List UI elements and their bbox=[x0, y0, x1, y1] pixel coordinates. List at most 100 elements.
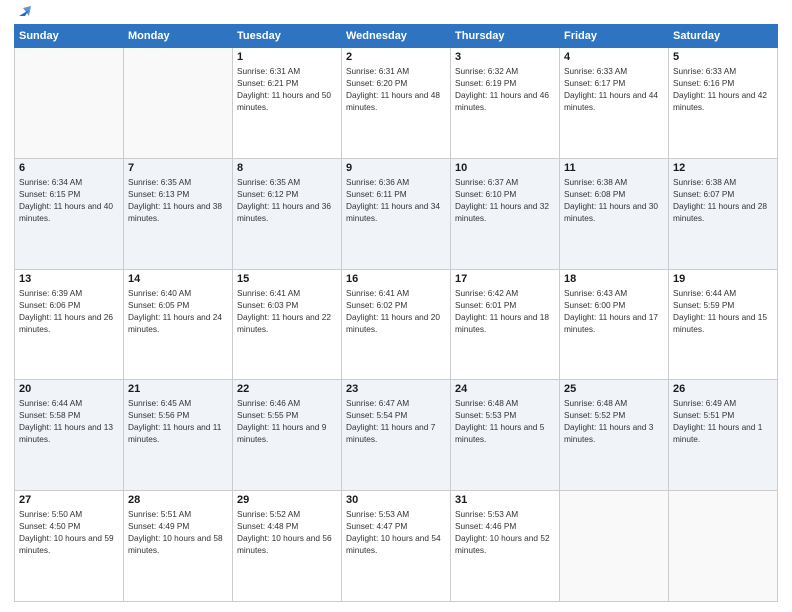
header bbox=[14, 10, 778, 16]
calendar-week-row: 27Sunrise: 5:50 AMSunset: 4:50 PMDayligh… bbox=[15, 491, 778, 602]
calendar-week-row: 6Sunrise: 6:34 AMSunset: 6:15 PMDaylight… bbox=[15, 158, 778, 269]
day-number: 10 bbox=[455, 162, 555, 174]
day-number: 28 bbox=[128, 494, 228, 506]
day-number: 20 bbox=[19, 383, 119, 395]
weekday-header: Wednesday bbox=[342, 25, 451, 48]
day-number: 17 bbox=[455, 273, 555, 285]
calendar-cell: 30Sunrise: 5:53 AMSunset: 4:47 PMDayligh… bbox=[342, 491, 451, 602]
calendar-cell: 12Sunrise: 6:38 AMSunset: 6:07 PMDayligh… bbox=[669, 158, 778, 269]
day-info: Sunrise: 5:51 AMSunset: 4:49 PMDaylight:… bbox=[128, 508, 228, 556]
calendar-cell bbox=[669, 491, 778, 602]
calendar-cell: 3 Sunrise: 6:32 AMSunset: 6:19 PMDaylight… bbox=[451, 48, 560, 159]
calendar-table: SundayMondayTuesdayWednesdayThursdayFrid… bbox=[14, 24, 778, 602]
day-info: Sunrise: 5:53 AMSunset: 4:47 PMDaylight:… bbox=[346, 508, 446, 556]
calendar-cell: 17 Sunrise: 6:42 AMSunset: 6:01 PMDayligh… bbox=[451, 269, 560, 380]
day-info: Sunrise: 6:31 AMSunset: 6:20 PMDaylight:… bbox=[346, 65, 446, 113]
day-number: 11 bbox=[564, 162, 664, 174]
day-number: 25 bbox=[564, 383, 664, 395]
calendar-cell: 29 Sunrise: 5:52 AMSunset: 4:48 PMDayligh… bbox=[233, 491, 342, 602]
day-info: Sunrise: 6:48 AMSunset: 5:52 PMDaylight:… bbox=[564, 397, 664, 445]
day-info: Sunrise: 6:33 AMSunset: 6:16 PMDaylight:… bbox=[673, 65, 773, 113]
day-info: Sunrise: 6:47 AMSunset: 5:54 PMDaylight:… bbox=[346, 397, 446, 445]
calendar-cell: 4Sunrise: 6:33 AMSunset: 6:17 PMDaylight… bbox=[560, 48, 669, 159]
day-number: 5 bbox=[673, 51, 773, 63]
calendar-week-row: 20 Sunrise: 6:44 AMSunset: 5:58 PMDayligh… bbox=[15, 380, 778, 491]
day-info: Sunrise: 5:53 AMSunset: 4:46 PMDaylight:… bbox=[455, 508, 555, 556]
logo-icon bbox=[15, 2, 33, 20]
day-info: Sunrise: 6:33 AMSunset: 6:17 PMDaylight:… bbox=[564, 65, 664, 113]
day-info: Sunrise: 6:42 AMSunset: 6:01 PMDaylight:… bbox=[455, 287, 555, 335]
calendar-cell: 16 Sunrise: 6:41 AMSunset: 6:02 PMDayligh… bbox=[342, 269, 451, 380]
calendar-cell: 25 Sunrise: 6:48 AMSunset: 5:52 PMDayligh… bbox=[560, 380, 669, 491]
day-number: 24 bbox=[455, 383, 555, 395]
calendar-cell: 7 Sunrise: 6:35 AMSunset: 6:13 PMDaylight… bbox=[124, 158, 233, 269]
calendar-cell: 27Sunrise: 5:50 AMSunset: 4:50 PMDayligh… bbox=[15, 491, 124, 602]
calendar-cell: 2 Sunrise: 6:31 AMSunset: 6:20 PMDaylight… bbox=[342, 48, 451, 159]
calendar-cell: 9Sunrise: 6:36 AMSunset: 6:11 PMDaylight… bbox=[342, 158, 451, 269]
calendar-week-row: 13 Sunrise: 6:39 AMSunset: 6:06 PMDayligh… bbox=[15, 269, 778, 380]
day-number: 29 bbox=[237, 494, 337, 506]
day-info: Sunrise: 6:34 AMSunset: 6:15 PMDaylight:… bbox=[19, 176, 119, 224]
day-info: Sunrise: 6:46 AMSunset: 5:55 PMDaylight:… bbox=[237, 397, 337, 445]
day-info: Sunrise: 6:48 AMSunset: 5:53 PMDaylight:… bbox=[455, 397, 555, 445]
calendar-cell: 24 Sunrise: 6:48 AMSunset: 5:53 PMDayligh… bbox=[451, 380, 560, 491]
calendar-cell: 1 Sunrise: 6:31 AMSunset: 6:21 PMDaylight… bbox=[233, 48, 342, 159]
calendar-cell bbox=[124, 48, 233, 159]
day-info: Sunrise: 6:32 AMSunset: 6:19 PMDaylight:… bbox=[455, 65, 555, 113]
day-info: Sunrise: 6:41 AMSunset: 6:02 PMDaylight:… bbox=[346, 287, 446, 335]
calendar-cell: 6Sunrise: 6:34 AMSunset: 6:15 PMDaylight… bbox=[15, 158, 124, 269]
calendar-cell: 10 Sunrise: 6:37 AMSunset: 6:10 PMDayligh… bbox=[451, 158, 560, 269]
day-number: 2 bbox=[346, 51, 446, 63]
day-info: Sunrise: 5:50 AMSunset: 4:50 PMDaylight:… bbox=[19, 508, 119, 556]
day-number: 3 bbox=[455, 51, 555, 63]
day-info: Sunrise: 6:44 AMSunset: 5:59 PMDaylight:… bbox=[673, 287, 773, 335]
weekday-header: Friday bbox=[560, 25, 669, 48]
day-info: Sunrise: 6:43 AMSunset: 6:00 PMDaylight:… bbox=[564, 287, 664, 335]
calendar-cell: 11 Sunrise: 6:38 AMSunset: 6:08 PMDayligh… bbox=[560, 158, 669, 269]
day-number: 9 bbox=[346, 162, 446, 174]
calendar-cell: 5 Sunrise: 6:33 AMSunset: 6:16 PMDaylight… bbox=[669, 48, 778, 159]
day-info: Sunrise: 6:35 AMSunset: 6:12 PMDaylight:… bbox=[237, 176, 337, 224]
day-info: Sunrise: 5:52 AMSunset: 4:48 PMDaylight:… bbox=[237, 508, 337, 556]
day-info: Sunrise: 6:31 AMSunset: 6:21 PMDaylight:… bbox=[237, 65, 337, 113]
day-info: Sunrise: 6:40 AMSunset: 6:05 PMDaylight:… bbox=[128, 287, 228, 335]
day-number: 12 bbox=[673, 162, 773, 174]
calendar-cell: 18Sunrise: 6:43 AMSunset: 6:00 PMDayligh… bbox=[560, 269, 669, 380]
day-number: 26 bbox=[673, 383, 773, 395]
calendar-cell: 15 Sunrise: 6:41 AMSunset: 6:03 PMDayligh… bbox=[233, 269, 342, 380]
day-number: 21 bbox=[128, 383, 228, 395]
calendar-cell: 31Sunrise: 5:53 AMSunset: 4:46 PMDayligh… bbox=[451, 491, 560, 602]
day-info: Sunrise: 6:35 AMSunset: 6:13 PMDaylight:… bbox=[128, 176, 228, 224]
day-number: 22 bbox=[237, 383, 337, 395]
day-number: 14 bbox=[128, 273, 228, 285]
calendar-week-row: 1 Sunrise: 6:31 AMSunset: 6:21 PMDaylight… bbox=[15, 48, 778, 159]
day-number: 8 bbox=[237, 162, 337, 174]
day-number: 19 bbox=[673, 273, 773, 285]
day-info: Sunrise: 6:37 AMSunset: 6:10 PMDaylight:… bbox=[455, 176, 555, 224]
calendar-cell: 23Sunrise: 6:47 AMSunset: 5:54 PMDayligh… bbox=[342, 380, 451, 491]
weekday-header: Monday bbox=[124, 25, 233, 48]
day-number: 13 bbox=[19, 273, 119, 285]
calendar-cell: 19 Sunrise: 6:44 AMSunset: 5:59 PMDayligh… bbox=[669, 269, 778, 380]
weekday-header: Tuesday bbox=[233, 25, 342, 48]
calendar-cell: 20 Sunrise: 6:44 AMSunset: 5:58 PMDayligh… bbox=[15, 380, 124, 491]
logo bbox=[14, 10, 33, 16]
calendar-cell bbox=[560, 491, 669, 602]
weekday-header: Sunday bbox=[15, 25, 124, 48]
calendar-cell: 26Sunrise: 6:49 AMSunset: 5:51 PMDayligh… bbox=[669, 380, 778, 491]
day-number: 16 bbox=[346, 273, 446, 285]
weekday-header: Saturday bbox=[669, 25, 778, 48]
calendar-cell bbox=[15, 48, 124, 159]
day-info: Sunrise: 6:41 AMSunset: 6:03 PMDaylight:… bbox=[237, 287, 337, 335]
calendar-cell: 13 Sunrise: 6:39 AMSunset: 6:06 PMDayligh… bbox=[15, 269, 124, 380]
day-number: 15 bbox=[237, 273, 337, 285]
day-number: 1 bbox=[237, 51, 337, 63]
day-info: Sunrise: 6:38 AMSunset: 6:08 PMDaylight:… bbox=[564, 176, 664, 224]
calendar-cell: 21Sunrise: 6:45 AMSunset: 5:56 PMDayligh… bbox=[124, 380, 233, 491]
day-info: Sunrise: 6:44 AMSunset: 5:58 PMDaylight:… bbox=[19, 397, 119, 445]
weekday-header: Thursday bbox=[451, 25, 560, 48]
calendar-cell: 22 Sunrise: 6:46 AMSunset: 5:55 PMDayligh… bbox=[233, 380, 342, 491]
day-number: 7 bbox=[128, 162, 228, 174]
page-container: SundayMondayTuesdayWednesdayThursdayFrid… bbox=[0, 0, 792, 612]
day-info: Sunrise: 6:39 AMSunset: 6:06 PMDaylight:… bbox=[19, 287, 119, 335]
